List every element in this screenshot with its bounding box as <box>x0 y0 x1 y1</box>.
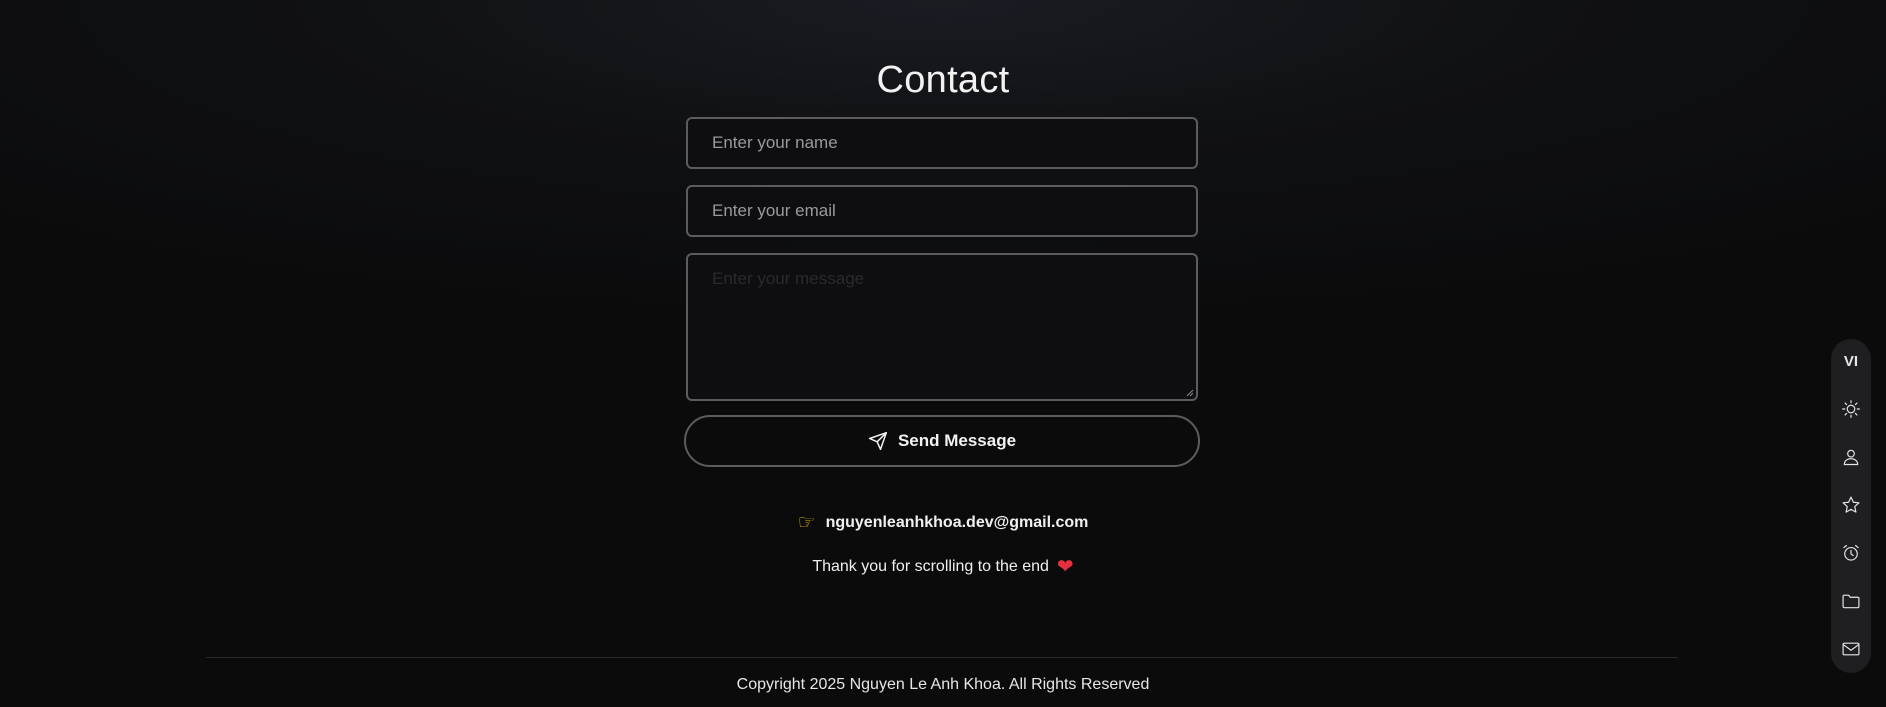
nav-about[interactable] <box>1831 437 1871 477</box>
mail-icon <box>1842 642 1860 656</box>
star-icon <box>1842 496 1860 513</box>
heart-icon: ❤ <box>1056 556 1074 578</box>
resize-grip-icon[interactable] <box>1186 389 1194 397</box>
alarm-clock-icon <box>1843 544 1859 561</box>
contact-email-row: ☞ nguyenleanhkhoa.dev@gmail.com <box>0 510 1886 535</box>
thanks-text: Thank you for scrolling to the end <box>812 558 1049 575</box>
send-icon <box>868 431 888 451</box>
side-nav-rail: VI <box>1831 339 1871 673</box>
nav-experience[interactable] <box>1831 533 1871 573</box>
message-textarea[interactable] <box>686 253 1198 401</box>
nav-skills[interactable] <box>1831 485 1871 525</box>
copyright-text: Copyright 2025 Nguyen Le Anh Khoa. All R… <box>736 676 1150 693</box>
pointing-hand-icon: ☞ <box>797 512 816 534</box>
language-toggle[interactable]: VI <box>1831 341 1871 381</box>
email-input[interactable] <box>686 185 1198 237</box>
send-message-button[interactable]: Send Message <box>684 415 1200 467</box>
nav-contact[interactable] <box>1831 629 1871 669</box>
page: Contact Send Message ☞ nguyenleanhkhoa.d… <box>0 0 1886 707</box>
send-message-label: Send Message <box>897 431 1017 450</box>
contact-email-link[interactable]: nguyenleanhkhoa.dev@gmail.com <box>826 514 1089 532</box>
folder-icon <box>1842 594 1860 609</box>
theme-toggle[interactable] <box>1831 389 1871 429</box>
page-title: Contact <box>876 59 1010 102</box>
footer-divider <box>206 657 1678 658</box>
name-input[interactable] <box>686 117 1198 169</box>
nav-projects[interactable] <box>1831 581 1871 621</box>
user-icon <box>1843 449 1859 466</box>
thanks-row: Thank you for scrolling to the end ❤ <box>0 557 1886 577</box>
sun-icon <box>1842 400 1860 418</box>
